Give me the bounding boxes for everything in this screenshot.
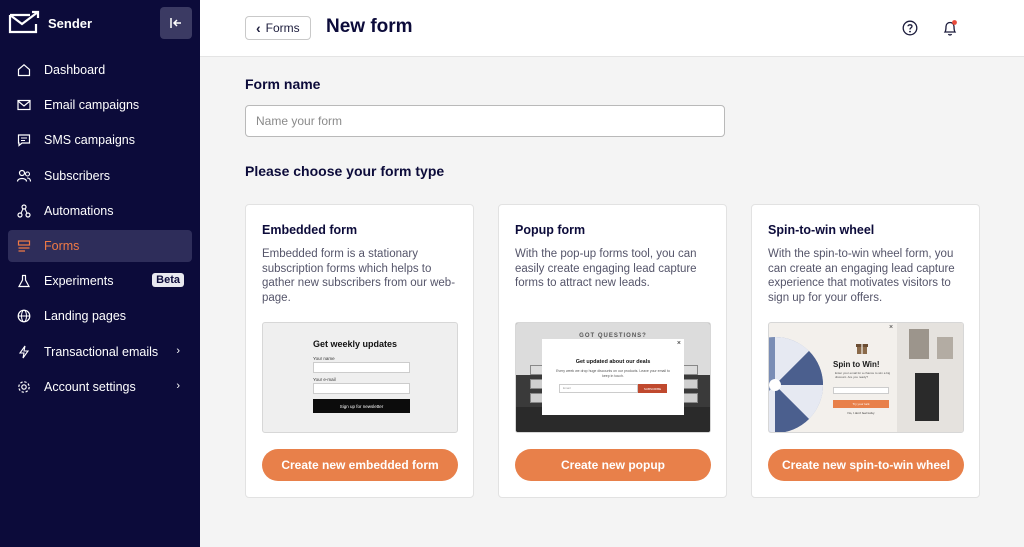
sidebar-item-label: Automations — [44, 203, 114, 218]
collapse-left-icon — [170, 18, 181, 28]
preview-popup-modal: × Get updated about our deals Every week… — [542, 339, 684, 415]
collapse-sidebar-button[interactable] — [160, 7, 192, 39]
preview-submit-button: Sign up for newsletter — [313, 399, 410, 413]
sidebar-item-label: Dashboard — [44, 63, 106, 77]
popup-form-card: Popup form With the pop-up forms tool, y… — [498, 204, 727, 498]
preview-label-email: Your e-mail — [313, 377, 336, 382]
card-description: Embedded form is a stationary subscripti… — [262, 248, 456, 304]
beta-badge: Beta — [152, 273, 184, 288]
preview-spin-input — [833, 387, 889, 394]
envelope-logo-icon — [8, 10, 40, 34]
embedded-form-preview: Get weekly updates Your name Your e-mail… — [262, 322, 458, 433]
home-icon — [16, 62, 32, 78]
card-title: Popup form — [515, 223, 586, 237]
preview-popup-submit: SUBSCRIBE — [638, 384, 667, 393]
page-title: New form — [326, 16, 413, 37]
preview-spin-title: Spin to Win! — [833, 360, 880, 369]
chevron-right-icon: › — [176, 344, 180, 357]
sidebar-nav: Dashboard Email campaigns SMS campaigns … — [8, 54, 192, 406]
flask-icon — [16, 273, 32, 289]
brand-name: Sender — [48, 15, 93, 31]
gift-icon — [856, 344, 868, 354]
chat-icon — [16, 132, 32, 148]
prize-wheel-icon — [769, 336, 824, 432]
form-name-input[interactable] — [245, 105, 725, 137]
sidebar-item-forms[interactable]: Forms — [8, 229, 192, 262]
globe-icon — [16, 308, 32, 324]
sidebar-item-sms-campaigns[interactable]: SMS campaigns — [8, 124, 192, 156]
card-description: With the spin-to-win wheel form, you can… — [768, 248, 955, 304]
spin-to-win-preview: × Spin to Win! Enter your email for a ch… — [768, 322, 964, 433]
main-content: Form name Please choose your form type E… — [200, 57, 1024, 547]
chevron-right-icon: › — [176, 379, 180, 392]
form-name-label: Form name — [245, 76, 321, 92]
brand[interactable]: Sender — [8, 10, 92, 36]
sidebar-item-automations[interactable]: Automations — [8, 195, 192, 227]
card-title: Embedded form — [262, 223, 358, 237]
chevron-left-icon: ‹ — [256, 20, 261, 36]
sidebar-item-experiments[interactable]: Experiments Beta — [8, 265, 192, 297]
top-header: ‹ Forms New form — [200, 0, 1024, 57]
preview-spin-subtitle: Enter your email for a chance to win a b… — [835, 371, 891, 379]
preview-spin-submit: Try your luck — [833, 400, 889, 408]
sidebar-item-label: SMS campaigns — [44, 133, 136, 148]
preview-email-field — [313, 383, 410, 394]
lightning-icon — [16, 344, 32, 360]
back-to-forms-button[interactable]: ‹ Forms — [245, 16, 311, 40]
form-type-heading: Please choose your form type — [245, 163, 445, 179]
sidebar-item-label: Account settings — [44, 379, 136, 394]
back-button-label: Forms — [265, 21, 300, 35]
sidebar-item-email-campaigns[interactable]: Email campaigns — [8, 89, 192, 121]
preview-popup-input: Email — [559, 384, 638, 393]
users-icon — [16, 168, 32, 184]
embedded-form-card: Embedded form Embedded form is a station… — [245, 204, 474, 498]
sidebar-item-label: Email campaigns — [44, 98, 140, 113]
preview-spin-decline: No, I don't feel lucky — [847, 411, 875, 415]
sidebar-item-label: Experiments — [44, 274, 114, 289]
popup-form-preview: GOT QUESTIONS? × Get updated about our d… — [515, 322, 711, 433]
preview-popup-subtitle: Every week we drop huge discounts on our… — [556, 369, 670, 378]
sidebar-item-landing-pages[interactable]: Landing pages — [8, 300, 192, 332]
preview-popup-title: Get updated about our deals — [575, 359, 651, 365]
preview-name-field — [313, 362, 410, 373]
sidebar-item-transactional-emails[interactable]: Transactional emails › — [8, 336, 192, 368]
automation-icon — [16, 203, 32, 219]
sidebar-item-label: Transactional emails — [44, 344, 159, 359]
help-icon[interactable] — [902, 20, 918, 36]
preview-title: Get weekly updates — [313, 339, 398, 349]
sidebar-item-label: Subscribers — [44, 168, 110, 183]
gear-icon — [16, 379, 32, 395]
preview-product-image — [915, 373, 939, 421]
forms-icon — [16, 238, 32, 254]
create-popup-button[interactable]: Create new popup — [515, 449, 711, 481]
sidebar: Sender Dashboard Email campaigns SMS cam… — [0, 0, 200, 547]
mail-icon — [16, 97, 32, 113]
card-description: With the pop-up forms tool, you can easi… — [515, 248, 697, 289]
sidebar-item-subscribers[interactable]: Subscribers — [8, 160, 192, 192]
preview-side-image — [897, 323, 963, 432]
sidebar-item-label: Landing pages — [44, 309, 127, 324]
create-spin-to-win-button[interactable]: Create new spin-to-win wheel — [768, 449, 964, 481]
sidebar-item-dashboard[interactable]: Dashboard — [8, 54, 192, 86]
preview-product-image — [937, 337, 953, 359]
sidebar-item-account-settings[interactable]: Account settings › — [8, 371, 192, 403]
card-title: Spin-to-win wheel — [768, 223, 875, 237]
sidebar-item-label: Forms — [44, 238, 80, 253]
preview-product-image — [909, 329, 929, 359]
create-embedded-form-button[interactable]: Create new embedded form — [262, 449, 458, 481]
preview-close-icon: × — [889, 324, 894, 331]
spin-to-win-card: Spin-to-win wheel With the spin-to-win w… — [751, 204, 980, 498]
preview-label-name: Your name — [313, 356, 335, 361]
notification-bell-icon[interactable] — [942, 19, 958, 37]
preview-close-icon: × — [676, 340, 681, 347]
